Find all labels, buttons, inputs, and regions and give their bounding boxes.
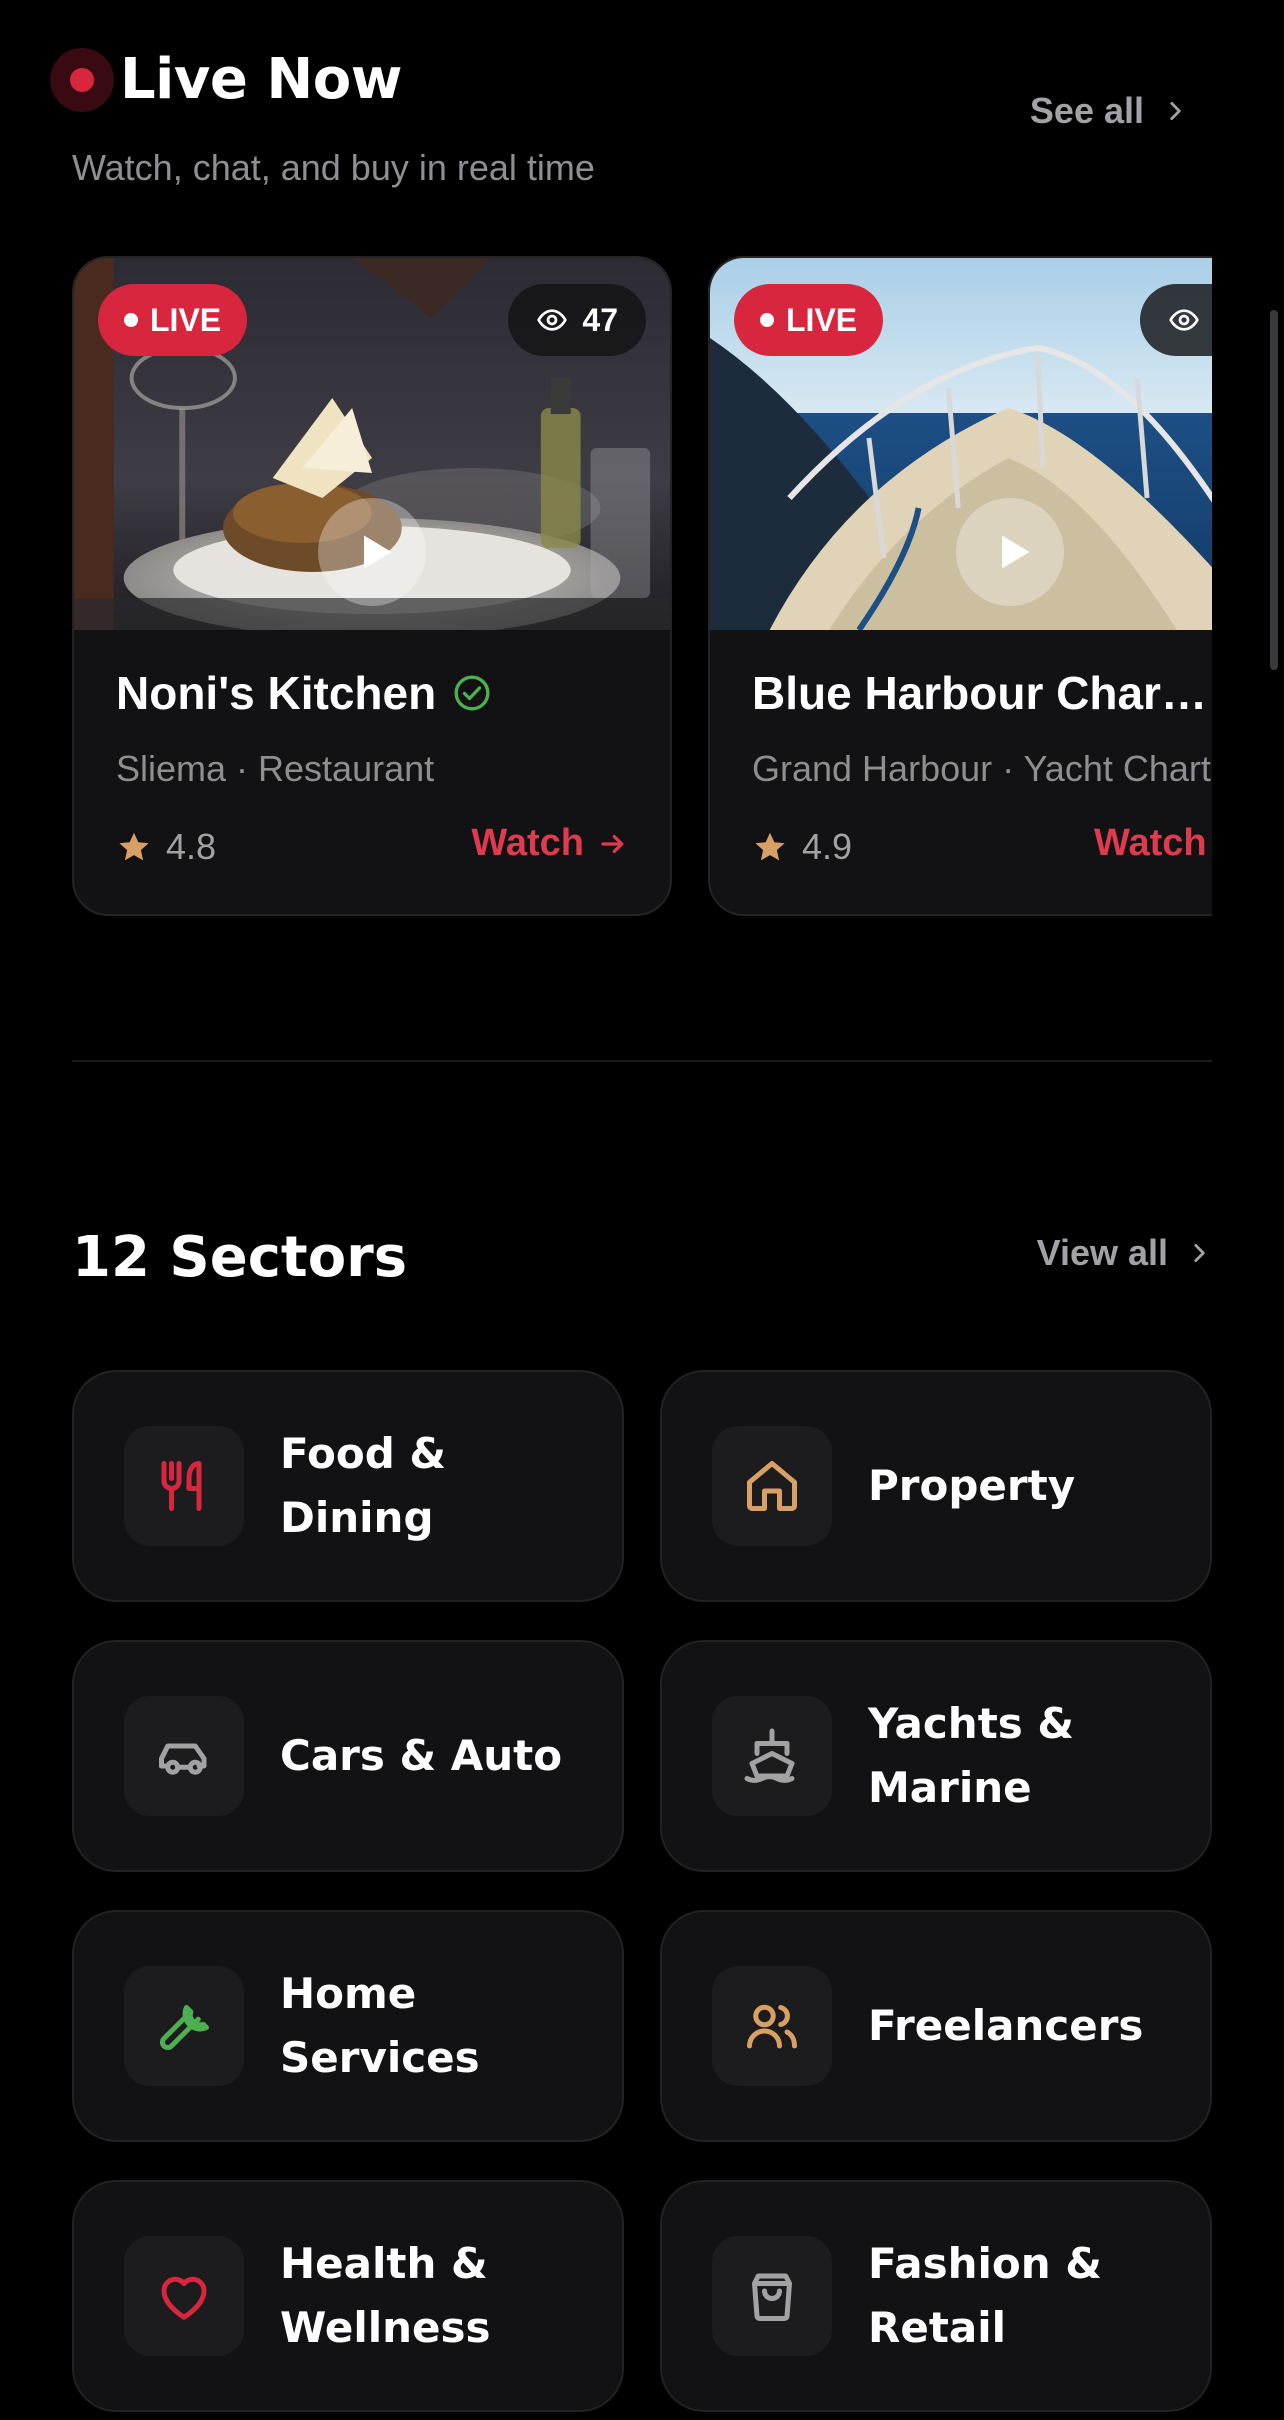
stream-thumbnail: LIVE 47 <box>74 258 670 630</box>
sector-label: Health & Wellness <box>280 2239 491 2352</box>
sector-icon-tile <box>712 2236 832 2356</box>
watch-button[interactable]: Watch <box>471 822 628 865</box>
play-button[interactable] <box>956 498 1064 606</box>
rating: 4.8 <box>116 826 216 868</box>
play-icon <box>1002 535 1030 569</box>
live-badge-label: LIVE <box>786 301 858 338</box>
page-scrollbar[interactable] <box>1270 310 1278 670</box>
shopping-bag-icon <box>752 2273 792 2321</box>
section-divider <box>72 1060 1212 1062</box>
viewer-count: 47 <box>508 284 646 356</box>
live-indicator-icon <box>50 48 114 112</box>
sector-icon-tile <box>124 1696 244 1816</box>
sector-label: Fashion & Retail <box>868 2239 1102 2352</box>
eye-icon <box>537 309 568 331</box>
live-card-blue-harbour[interactable]: LIVE 1 Blue Harbour Char… Grand Harbour … <box>708 256 1212 916</box>
view-all-link[interactable]: View all <box>1037 1232 1212 1274</box>
live-badge: LIVE <box>734 284 884 356</box>
watch-button[interactable]: Watch <box>1094 822 1212 865</box>
sector-freelancers[interactable]: Freelancers <box>660 1910 1212 2142</box>
viewer-count-value: 47 <box>582 301 618 338</box>
watch-label: Watch <box>1094 822 1207 864</box>
live-now-subtitle: Watch, chat, and buy in real time <box>72 147 595 188</box>
rating-value: 4.8 <box>166 826 217 867</box>
arrow-right-icon <box>601 834 624 853</box>
live-badge-label: LIVE <box>150 301 222 338</box>
stream-meta: Grand Harbour · Yacht Charter <box>752 748 1212 789</box>
stream-title: Noni's Kitchen <box>116 666 492 720</box>
play-button[interactable] <box>318 498 426 606</box>
utensils-icon <box>161 1461 202 1511</box>
live-now-title: Live Now <box>120 47 402 112</box>
sector-cars-auto[interactable]: Cars & Auto <box>72 1640 624 1872</box>
rating: 4.9 <box>752 826 852 868</box>
sector-food-dining[interactable]: Food & Dining <box>72 1370 624 1602</box>
sector-label: Food & Dining <box>280 1429 447 1542</box>
house-icon <box>747 1461 797 1511</box>
sector-icon-tile <box>712 1696 832 1816</box>
sector-yachts-marine[interactable]: Yachts & Marine <box>660 1640 1212 1872</box>
sector-icon-tile <box>712 1426 832 1546</box>
stream-thumbnail: LIVE 1 <box>710 258 1212 630</box>
sector-health-wellness[interactable]: Health & Wellness <box>72 2180 624 2412</box>
wrench-icon <box>159 2005 209 2051</box>
sector-label: Yachts & Marine <box>868 1699 1075 1812</box>
live-now-header: Live Now Watch, chat, and buy in real ti… <box>48 40 1188 200</box>
stream-meta: Sliema · Restaurant <box>116 748 435 789</box>
live-card-nonis-kitchen[interactable]: LIVE 47 Noni's Kitchen Sliema · Restaura… <box>72 256 672 916</box>
sector-icon-tile <box>124 1966 244 2086</box>
chevron-right-icon <box>1194 1244 1205 1262</box>
card-body: Blue Harbour Char… Grand Harbour · Yacht… <box>752 630 1212 914</box>
sector-fashion-retail[interactable]: Fashion & Retail <box>660 2180 1212 2412</box>
sector-label: Cars & Auto <box>280 1731 563 1780</box>
star-icon <box>119 832 149 861</box>
heart-icon <box>161 2276 207 2320</box>
chevron-right-icon <box>1170 102 1181 120</box>
live-streams-carousel[interactable]: LIVE 47 Noni's Kitchen Sliema · Restaura… <box>72 256 1212 916</box>
sectors-title: 12 Sectors <box>72 1225 408 1290</box>
stream-title: Blue Harbour Char… <box>752 666 1207 720</box>
view-all-label: View all <box>1036 1232 1168 1273</box>
verified-check-icon <box>454 675 490 711</box>
eye-icon <box>1169 309 1199 331</box>
star-icon <box>755 832 785 861</box>
play-icon <box>364 535 392 569</box>
see-all-label: See all <box>1029 90 1144 131</box>
sector-icon-tile <box>124 1426 244 1546</box>
live-dot-icon <box>760 313 774 327</box>
stream-name: Noni's Kitchen <box>116 667 437 719</box>
watch-label: Watch <box>471 822 584 864</box>
sector-label: Freelancers <box>868 2001 1144 2050</box>
sector-icon-tile <box>712 1966 832 2086</box>
stream-name: Blue Harbour Char… <box>752 667 1207 719</box>
car-icon <box>159 1743 207 1775</box>
card-body: Noni's Kitchen Sliema · Restaurant 4.8 W… <box>116 630 628 914</box>
users-icon <box>747 2004 797 2049</box>
sector-property[interactable]: Property <box>660 1370 1212 1602</box>
sector-label: Home Services <box>280 1969 480 2082</box>
sector-icon-tile <box>124 2236 244 2356</box>
live-badge: LIVE <box>98 284 248 356</box>
viewer-count: 1 <box>1140 284 1212 356</box>
see-all-link[interactable]: See all <box>1030 90 1188 132</box>
sector-home-services[interactable]: Home Services <box>72 1910 624 2142</box>
sectors-grid: Food & Dining Property Cars & Auto Yacht… <box>72 1370 1212 2412</box>
rating-value: 4.9 <box>802 826 853 867</box>
sector-label: Property <box>868 1461 1076 1510</box>
live-dot-icon <box>124 313 138 327</box>
ship-icon <box>744 1728 795 1783</box>
